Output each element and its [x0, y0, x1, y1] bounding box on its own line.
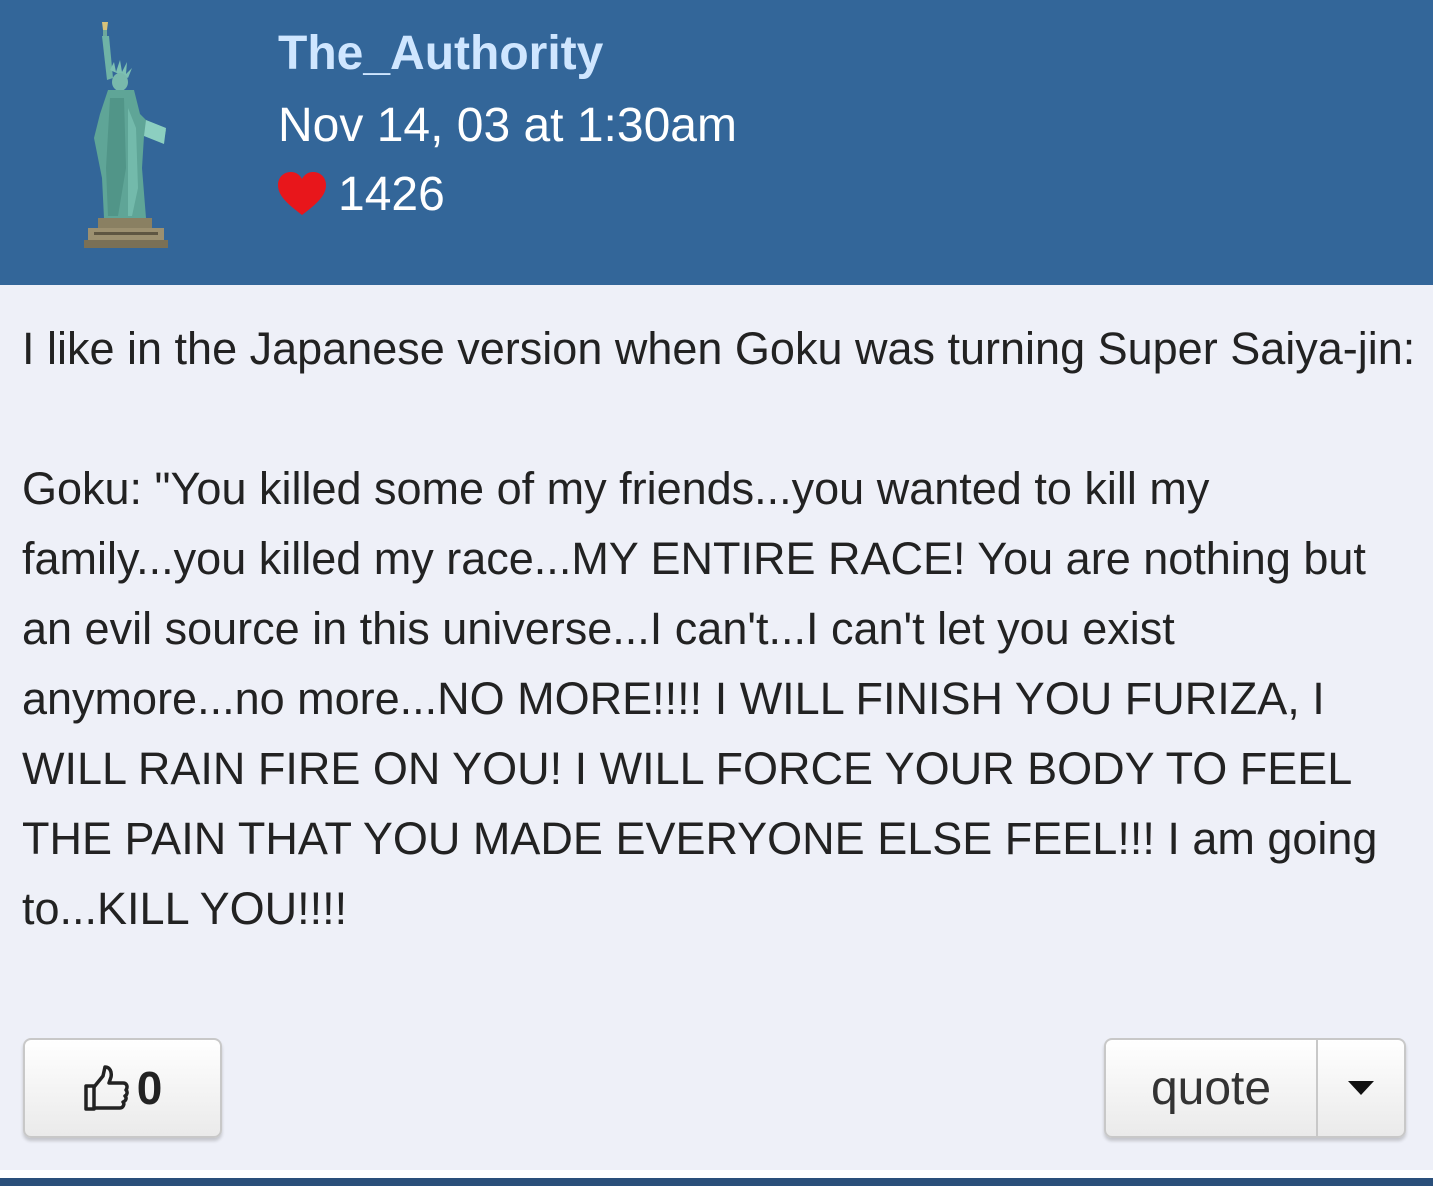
- heart-icon: [278, 172, 326, 215]
- thumbs-up-icon: [83, 1065, 129, 1111]
- post-date: Nov 14, 03 at 1:30am: [278, 99, 737, 152]
- next-post-header-edge: [0, 1178, 1433, 1186]
- reputation: 1426: [276, 166, 445, 222]
- statue-of-liberty-icon: [84, 22, 168, 248]
- quote-button[interactable]: quote: [1106, 1040, 1318, 1136]
- post-header: The_Authority Nov 14, 03 at 1:30am 1426: [0, 0, 1433, 285]
- reputation-count: 1426: [338, 167, 445, 221]
- quote-dropdown-toggle[interactable]: [1318, 1040, 1404, 1136]
- like-count: 0: [136, 1062, 163, 1114]
- caret-down-icon: [1348, 1081, 1374, 1095]
- like-button[interactable]: 0: [23, 1038, 222, 1138]
- post-body: I like in the Japanese version when Goku…: [0, 285, 1433, 1170]
- post-content: I like in the Japanese version when Goku…: [22, 314, 1417, 944]
- post-paragraph: Goku: "You killed some of my friends...y…: [22, 463, 1378, 934]
- username-link[interactable]: The_Authority: [278, 26, 603, 81]
- quote-button-group: quote: [1104, 1038, 1406, 1138]
- avatar[interactable]: [80, 18, 180, 250]
- post-paragraph: I like in the Japanese version when Goku…: [22, 323, 1416, 374]
